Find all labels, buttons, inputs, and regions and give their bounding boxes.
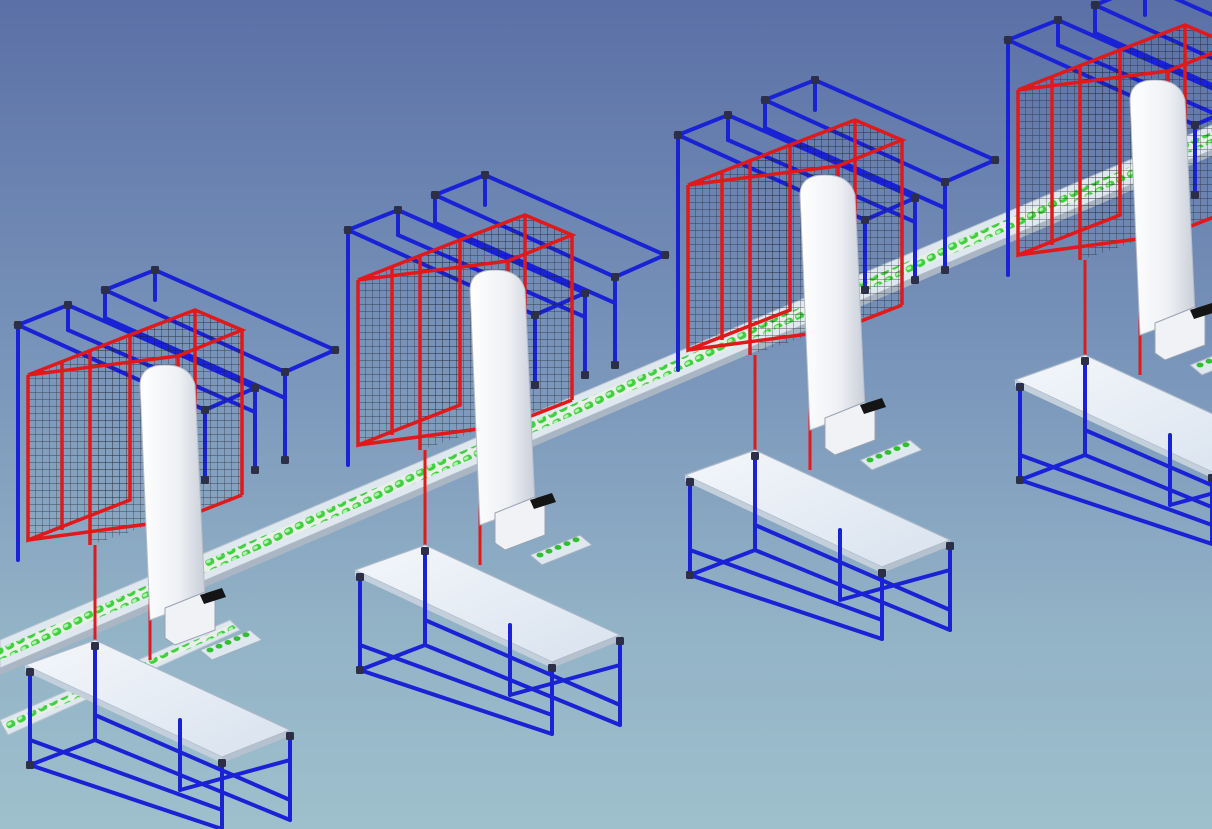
- parts-tray: [859, 439, 923, 471]
- frame-joint: [14, 321, 22, 329]
- part-item: [536, 552, 544, 558]
- frame-joint: [911, 276, 919, 284]
- part-item: [893, 446, 901, 451]
- frame-joint: [1191, 191, 1199, 199]
- frame-joint: [686, 571, 694, 579]
- frame-joint: [201, 406, 209, 414]
- frame-joint: [581, 371, 589, 379]
- frame-joint: [661, 251, 669, 259]
- frame-joint: [201, 476, 209, 484]
- part-item: [242, 632, 250, 638]
- frame-joint: [331, 346, 339, 354]
- frame-joint: [548, 664, 556, 672]
- workbench-lower-rails: [1018, 452, 1212, 546]
- frame-joint: [861, 286, 869, 294]
- lift-column-body: [1129, 79, 1196, 336]
- frame-joint: [724, 111, 732, 119]
- workbench-top: [353, 544, 622, 663]
- part-item: [563, 541, 571, 546]
- frame-joint: [64, 301, 72, 309]
- frame-joint: [686, 478, 694, 486]
- workbench: [1013, 354, 1212, 478]
- part-item: [224, 640, 232, 645]
- station-2: [342, 171, 670, 736]
- frame-joint: [946, 542, 954, 550]
- frame-joint: [431, 191, 439, 199]
- frame-joint: [286, 732, 294, 740]
- frame-joint: [581, 289, 589, 297]
- frame-joint: [1081, 357, 1089, 365]
- frame-joint: [674, 131, 682, 139]
- frame-joint: [356, 666, 364, 674]
- frame-joint: [611, 273, 619, 281]
- frame-joint: [1191, 121, 1199, 129]
- frame-joint: [991, 156, 999, 164]
- frame-joint: [611, 361, 619, 369]
- part-item: [572, 537, 580, 543]
- part-item: [884, 450, 892, 455]
- workbench-top: [683, 449, 952, 568]
- frame-joint: [151, 266, 159, 274]
- lift-column-body: [799, 174, 866, 431]
- frame-joint: [1208, 474, 1212, 482]
- part-item: [554, 545, 562, 550]
- frame-joint: [531, 311, 539, 319]
- frame-joint: [1016, 476, 1024, 484]
- part-item: [1196, 362, 1204, 368]
- frame-joint: [1054, 16, 1062, 24]
- part-item: [233, 636, 241, 641]
- lift-column-body: [469, 269, 536, 526]
- frame-joint: [251, 466, 259, 474]
- frame-joint: [26, 761, 34, 769]
- frame-joint: [1016, 383, 1024, 391]
- frame-joint: [356, 573, 364, 581]
- frame-joint: [616, 637, 624, 645]
- frame-joint: [281, 456, 289, 464]
- frame-joint: [421, 547, 429, 555]
- production-line-3d-render: [0, 0, 1212, 829]
- frame-joint: [911, 194, 919, 202]
- frame-joint: [281, 368, 289, 376]
- cad-viewport[interactable]: [0, 0, 1212, 829]
- frame-joint: [101, 286, 109, 294]
- part-item: [215, 643, 223, 649]
- frame-joint: [941, 266, 949, 274]
- lift-column-body: [139, 364, 206, 621]
- frame-joint: [861, 216, 869, 224]
- part-item: [866, 457, 874, 463]
- frame-joint: [941, 178, 949, 186]
- parts-tray-base: [529, 534, 593, 566]
- frame-joint: [878, 569, 886, 577]
- workbench: [353, 544, 622, 668]
- frame-joint: [761, 96, 769, 104]
- frame-joint: [394, 206, 402, 214]
- part-item: [545, 548, 553, 554]
- frame-joint: [1091, 1, 1099, 9]
- part-item: [206, 647, 214, 653]
- frame-joint: [531, 381, 539, 389]
- frame-joint: [26, 668, 34, 676]
- parts-tray: [529, 534, 593, 566]
- frame-joint: [91, 642, 99, 650]
- frame-joint: [751, 452, 759, 460]
- frame-joint: [481, 171, 489, 179]
- frame-joint: [811, 76, 819, 84]
- station-4: [1002, 0, 1212, 546]
- part-item: [875, 453, 883, 459]
- frame-joint: [218, 759, 226, 767]
- frame-joint: [251, 384, 259, 392]
- parts-tray-base: [859, 439, 923, 471]
- part-item: [902, 442, 910, 448]
- frame-joint: [1004, 36, 1012, 44]
- workbench: [683, 449, 952, 573]
- workbench-top: [1013, 354, 1212, 473]
- frame-joint: [344, 226, 352, 234]
